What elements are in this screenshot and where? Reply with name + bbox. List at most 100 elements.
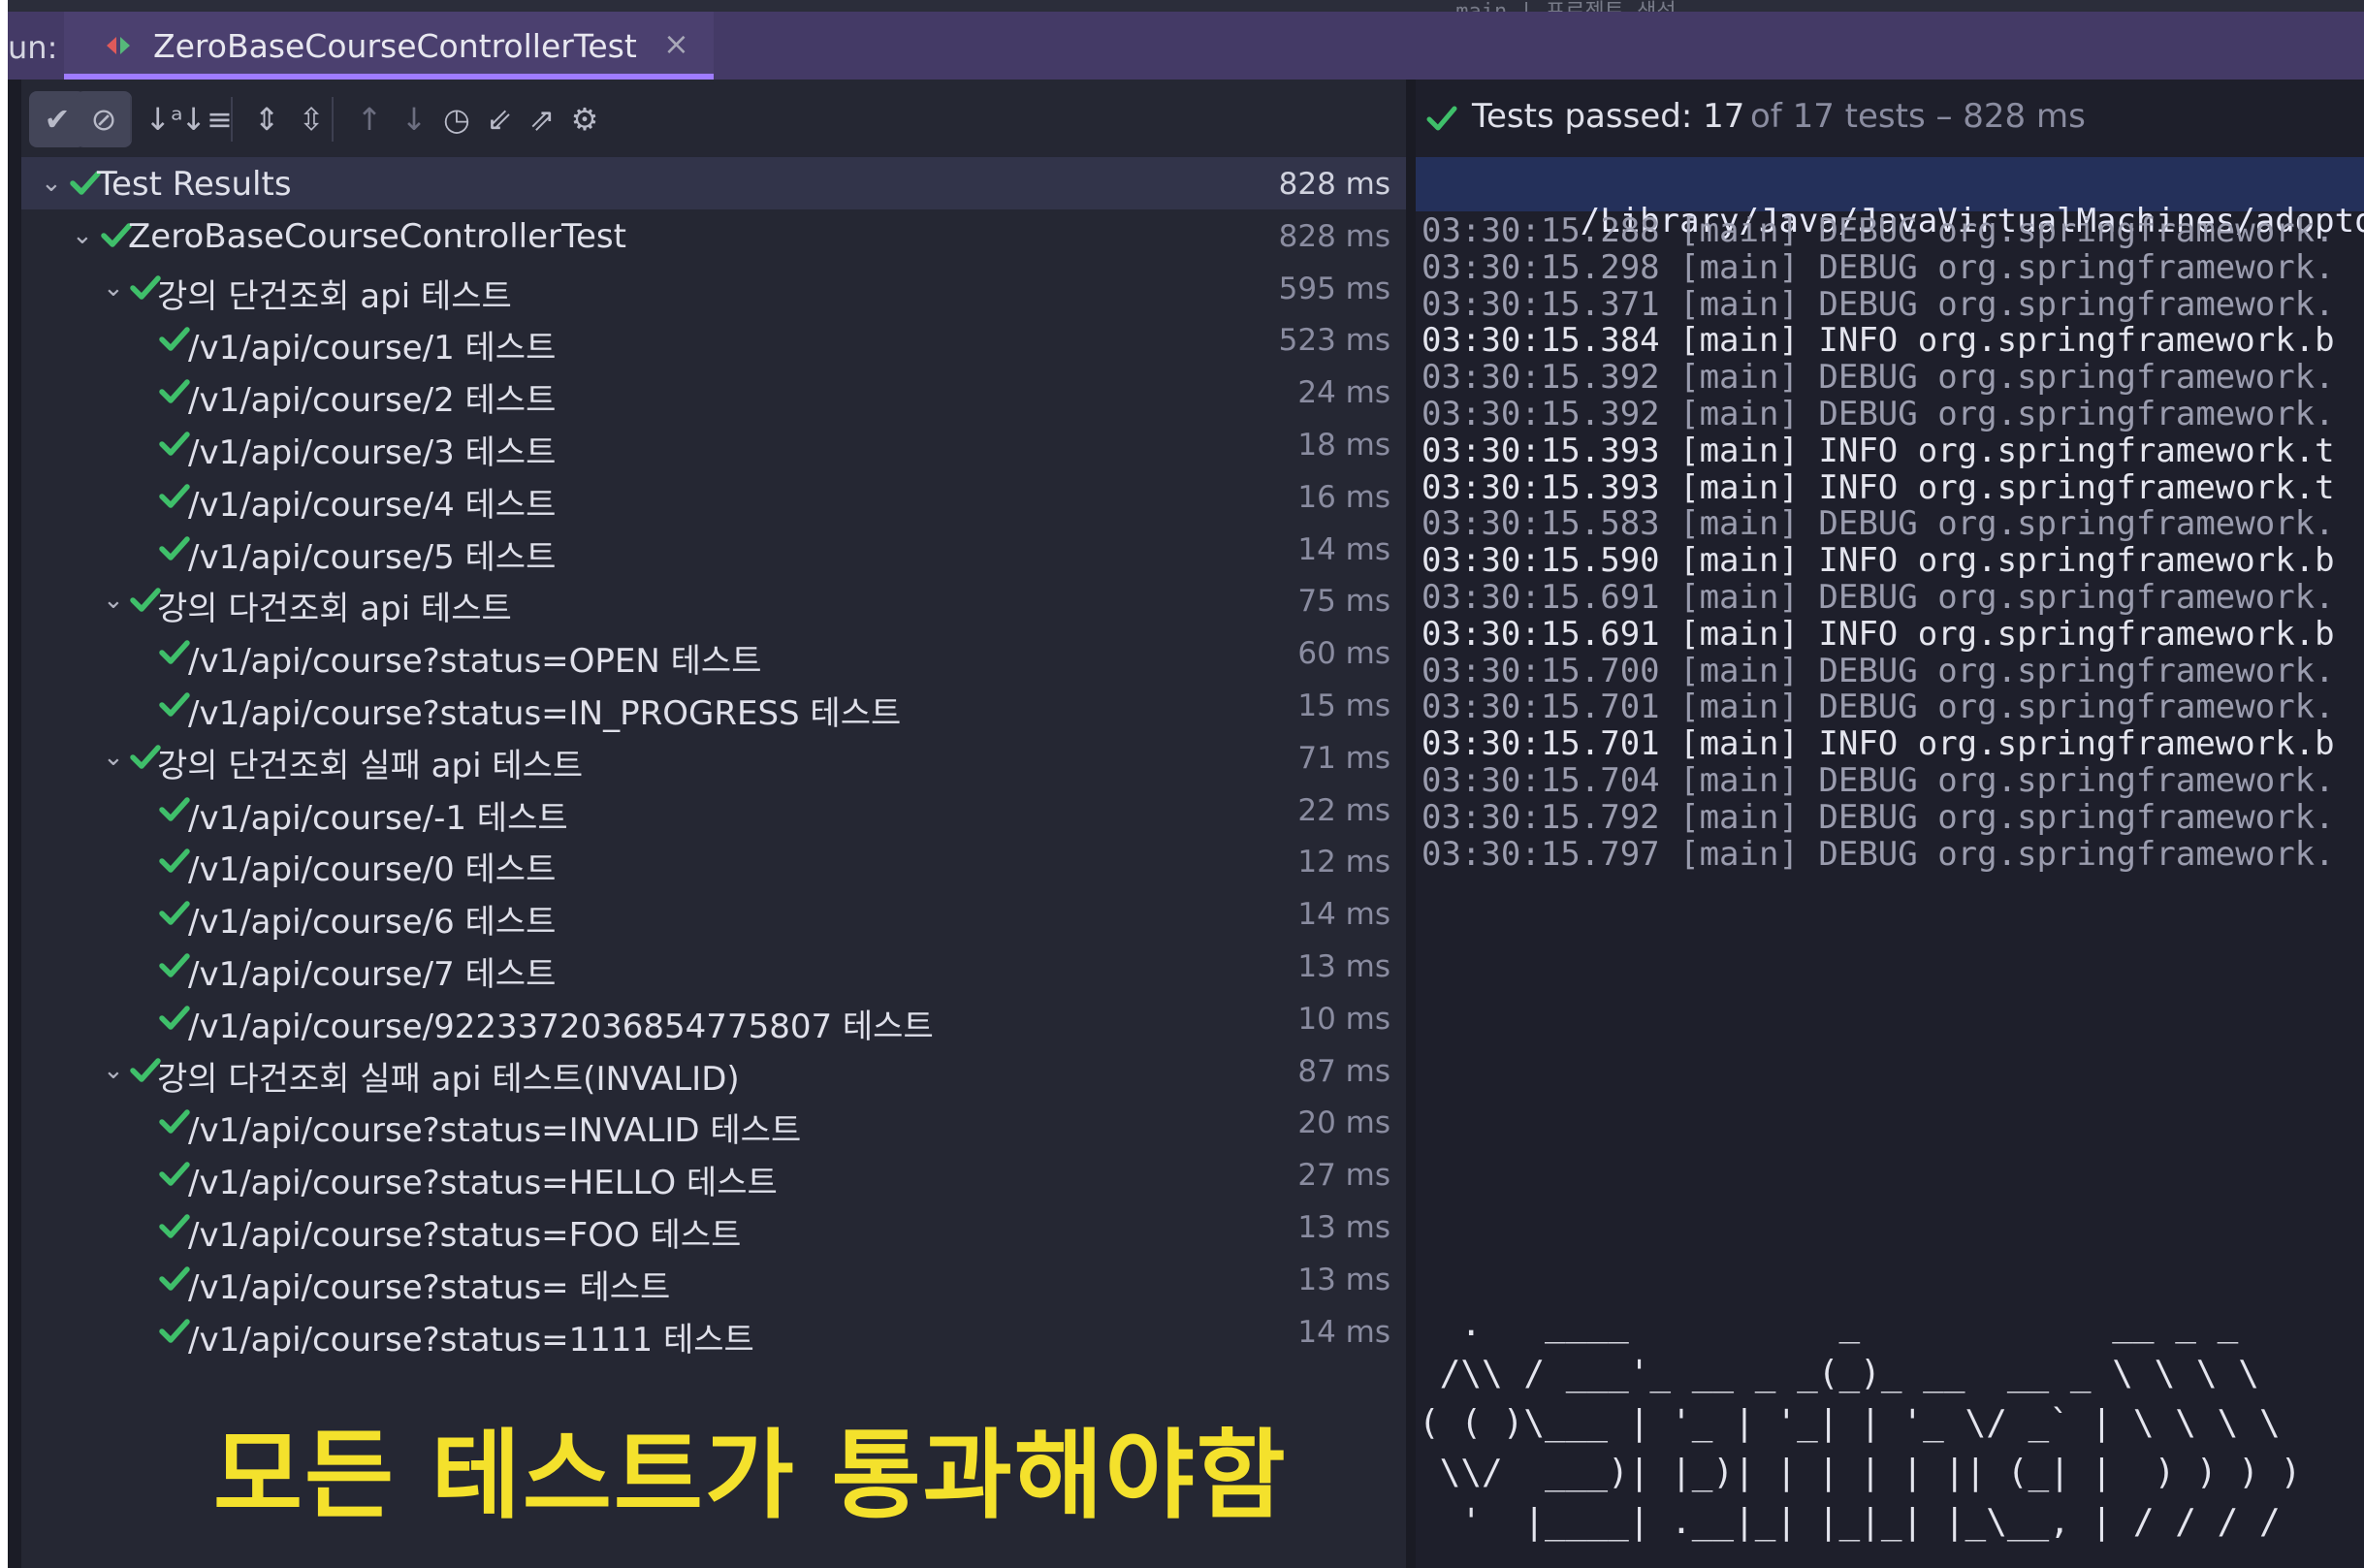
chevron-down-icon[interactable]: ⌄ <box>103 743 124 772</box>
check-icon <box>159 484 190 508</box>
check-icon <box>159 432 190 456</box>
close-icon[interactable]: × <box>663 25 689 62</box>
console-log-text: 03:30:15.583 [main] DEBUG org.springfram… <box>1422 504 2335 543</box>
test-name: 강의 단건조회 api 테스트 <box>157 277 512 316</box>
settings-gear-icon[interactable]: ⚙ <box>557 91 613 147</box>
test-row[interactable]: /v1/api/course/3 테스트 18 ms <box>21 418 1406 472</box>
ascii-banner-line: ' |____| .__|_| |_|_| |_\__, | / / / / <box>1419 1502 2281 1542</box>
test-duration: 14 ms <box>1297 1315 1390 1350</box>
test-group-row[interactable]: ⌄ 강의 단건조회 api 테스트 595 ms <box>21 262 1406 316</box>
test-duration: 75 ms <box>1297 584 1390 619</box>
test-duration: 16 ms <box>1297 480 1390 515</box>
test-duration: 14 ms <box>1297 532 1390 567</box>
console-log-text: 03:30:15.392 [main] DEBUG org.springfram… <box>1422 395 2335 433</box>
console-log-text: 03:30:15.288 [main] DEBUG org.springfram… <box>1422 211 2335 250</box>
chevron-down-icon[interactable]: ⌄ <box>103 273 124 303</box>
ascii-banner-line: . ____ _ __ _ _ <box>1419 1304 2239 1344</box>
console-log-text: 03:30:15.298 [main] DEBUG org.springfram… <box>1422 248 2335 287</box>
console-log-text: 03:30:15.792 [main] DEBUG org.springfram… <box>1422 798 2335 837</box>
test-group-row[interactable]: ⌄ Test Results 828 ms <box>21 157 1406 209</box>
test-name: /v1/api/course/6 테스트 <box>188 903 557 942</box>
test-group-row[interactable]: ⌄ 강의 단건조회 실패 api 테스트 71 ms <box>21 731 1406 785</box>
console-log-text: 03:30:15.392 [main] DEBUG org.springfram… <box>1422 358 2335 397</box>
panel-divider[interactable] <box>1406 80 1416 1568</box>
console-log-text: 03:30:15.700 [main] DEBUG org.springfram… <box>1422 652 2335 690</box>
test-row[interactable]: /v1/api/course?status=HELLO 테스트 27 ms <box>21 1148 1406 1202</box>
test-row[interactable]: /v1/api/course/1 테스트 523 ms <box>21 313 1406 368</box>
check-icon <box>159 536 190 560</box>
test-row[interactable]: /v1/api/course?status= 테스트 13 ms <box>21 1253 1406 1307</box>
test-name: /v1/api/course/7 테스트 <box>188 955 557 994</box>
test-name: 강의 다건조회 실패 api 테스트(INVALID) <box>157 1060 740 1099</box>
test-group-row[interactable]: ⌄ 강의 다건조회 실패 api 테스트(INVALID) 87 ms <box>21 1044 1406 1099</box>
test-row[interactable]: /v1/api/course?status=INVALID 테스트 20 ms <box>21 1096 1406 1150</box>
test-group-row[interactable]: ⌄ 강의 다건조회 api 테스트 75 ms <box>21 574 1406 628</box>
test-duration: 22 ms <box>1297 793 1390 828</box>
test-name: /v1/api/course?status=IN_PROGRESS 테스트 <box>188 694 902 733</box>
test-row[interactable]: /v1/api/course/0 테스트 12 ms <box>21 835 1406 889</box>
tab-zerobase-course-controller-test[interactable]: ZeroBaseCourseControllerTest × <box>64 12 714 80</box>
test-row[interactable]: /v1/api/course?status=IN_PROGRESS 테스트 15 … <box>21 679 1406 733</box>
chevron-down-icon[interactable]: ⌄ <box>103 1056 124 1085</box>
test-row[interactable]: /v1/api/course/2 테스트 24 ms <box>21 366 1406 420</box>
test-row[interactable]: /v1/api/course/4 테스트 16 ms <box>21 470 1406 525</box>
console-log-line: 03:30:15.298 [main] DEBUG org.springfram… <box>1416 248 2364 287</box>
check-icon <box>159 1266 190 1291</box>
test-name: /v1/api/course/5 테스트 <box>188 538 557 577</box>
test-row[interactable]: /v1/api/course/6 테스트 14 ms <box>21 887 1406 942</box>
test-row[interactable]: /v1/api/course/7 테스트 13 ms <box>21 940 1406 994</box>
check-icon <box>159 1006 190 1030</box>
test-row[interactable]: /v1/api/course?status=1111 테스트 14 ms <box>21 1305 1406 1360</box>
test-row[interactable]: /v1/api/course/-1 테스트 22 ms <box>21 784 1406 838</box>
chevron-down-icon[interactable]: ⌄ <box>72 221 93 250</box>
test-duration: 71 ms <box>1297 741 1390 776</box>
test-name: /v1/api/course/3 테스트 <box>188 433 557 472</box>
console-log-line: 03:30:15.691 [main] INFO org.springframe… <box>1416 615 2364 654</box>
console-log-text: 03:30:15.691 [main] INFO org.springframe… <box>1422 615 2335 654</box>
test-row[interactable]: /v1/api/course/5 테스트 14 ms <box>21 523 1406 577</box>
test-name: /v1/api/course/4 테스트 <box>188 486 557 525</box>
test-row[interactable]: /v1/api/course/9223372036854775807 테스트 10… <box>21 992 1406 1046</box>
console-path-line: /Library/Java/JavaVirtualMachines/adopto… <box>1416 157 2364 240</box>
test-duration: 828 ms <box>1278 167 1390 202</box>
test-group-row[interactable]: ⌄ ZeroBaseCourseControllerTest 828 ms <box>21 209 1406 262</box>
ascii-banner-line: \\/ ___)| |_)| | | | | || (_| | ) ) ) ) <box>1419 1453 2302 1492</box>
console-log-text: 03:30:15.393 [main] INFO org.springframe… <box>1422 432 2335 470</box>
console-log-line: 03:30:15.384 [main] INFO org.springframe… <box>1416 321 2364 360</box>
test-duration: 18 ms <box>1297 428 1390 463</box>
console-log-line: 03:30:15.392 [main] DEBUG org.springfram… <box>1416 358 2364 397</box>
test-duration: 14 ms <box>1297 897 1390 932</box>
chevron-down-icon[interactable]: ⌄ <box>41 169 62 198</box>
console-log-line: 03:30:15.701 [main] DEBUG org.springfram… <box>1416 688 2364 726</box>
show-ignored-icon[interactable]: ⊘ <box>76 91 132 147</box>
check-icon <box>159 797 190 821</box>
test-name: /v1/api/course/9223372036854775807 테스트 <box>188 1008 934 1046</box>
tab-title: ZeroBaseCourseControllerTest <box>153 27 637 65</box>
console-log-line: 03:30:15.797 [main] DEBUG org.springfram… <box>1416 835 2364 874</box>
check-icon <box>159 692 190 717</box>
check-icon <box>159 327 190 351</box>
test-duration: 13 ms <box>1297 1210 1390 1245</box>
console-log-line: 03:30:15.392 [main] DEBUG org.springfram… <box>1416 395 2364 433</box>
test-row[interactable]: /v1/api/course?status=OPEN 테스트 60 ms <box>21 626 1406 681</box>
sort-by-duration-icon[interactable]: ↓≡ <box>178 91 235 147</box>
test-toolbar: ✔ ⊘ ↓ᵃ ↓≡ ⇕ ⇳ ↑ ↓ ◷ ⇙ ⇗ ⚙ <box>21 80 1406 157</box>
console-log-line: 03:30:15.701 [main] INFO org.springframe… <box>1416 724 2364 763</box>
console-log-line: 03:30:15.691 [main] DEBUG org.springfram… <box>1416 578 2364 617</box>
console-log-line: 03:30:15.704 [main] DEBUG org.springfram… <box>1416 761 2364 800</box>
console-log-line: 03:30:15.393 [main] INFO org.springframe… <box>1416 432 2364 470</box>
console-log-line: 03:30:15.792 [main] DEBUG org.springfram… <box>1416 798 2364 837</box>
chevron-down-icon[interactable]: ⌄ <box>103 586 124 615</box>
console-log-text: 03:30:15.590 [main] INFO org.springframe… <box>1422 541 2335 580</box>
ascii-banner-line: /\\ / ___'_ __ _ _(_)_ __ __ _ \ \ \ \ <box>1419 1354 2259 1393</box>
test-row[interactable]: /v1/api/course?status=FOO 테스트 13 ms <box>21 1200 1406 1255</box>
console-log-text: 03:30:15.701 [main] INFO org.springframe… <box>1422 724 2335 763</box>
test-name: ZeroBaseCourseControllerTest <box>128 217 626 256</box>
test-duration: 10 ms <box>1297 1002 1390 1037</box>
annotation-banner: 모든 테스트가 통과해야함 <box>213 1419 1288 1532</box>
console-log-line: 03:30:15.700 [main] DEBUG org.springfram… <box>1416 652 2364 690</box>
console-log-line: 03:30:15.288 [main] DEBUG org.springfram… <box>1416 211 2364 250</box>
spring-ascii-banner: . ____ _ __ _ _ /\\ / ___'_ __ _ _(_)_ _… <box>1419 1299 2364 1547</box>
ascii-banner-line: ( ( )\___ | '_ | '_| | '_ \/ _` | \ \ \ … <box>1419 1403 2281 1443</box>
console-log-text: 03:30:15.393 [main] INFO org.springframe… <box>1422 468 2335 507</box>
